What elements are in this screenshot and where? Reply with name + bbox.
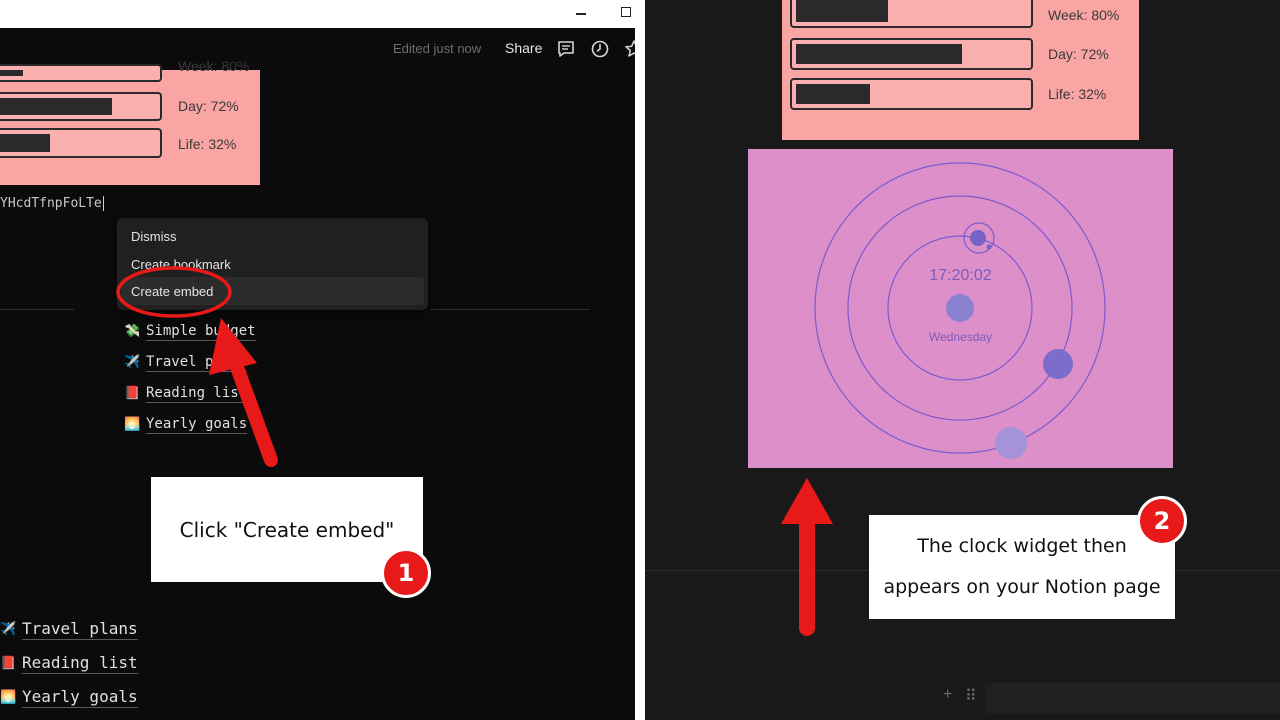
page-link-yearly-goals[interactable]: 🌅 Yearly goals [0,687,138,708]
pasted-url-value: YHcdTfnpFoLTe [0,196,102,211]
day-progress-fill [796,44,962,64]
clock-orbits [814,162,1106,459]
day-progress-label: Day: 72% [1048,46,1109,62]
step-badge: 1 [381,548,431,598]
clock-widget-embed: 17:20:02 Wednesday [748,149,1173,468]
page-link-label: Reading list [146,385,248,403]
book-icon: 📕 [124,386,141,401]
page-link-label: Yearly goals [22,687,138,708]
divider-left [0,309,74,310]
day-progress-bar [0,92,162,121]
life-progress-label: Life: 32% [1048,86,1107,102]
week-progress-fill [796,0,888,22]
airplane-icon: ✈️ [0,621,17,637]
page-link-yearly-goals[interactable]: 🌅 Yearly goals [124,416,248,434]
life-progress-fill [0,134,50,152]
clock-center-dot [946,294,974,322]
airplane-icon: ✈️ [124,355,141,370]
week-progress-label: Week: 80% [1048,7,1120,23]
comment-icon[interactable] [556,39,576,59]
progress-widget-result: Week: 80% Day: 72% Life: 32% [782,0,1139,140]
page-link-reading-list[interactable]: 📕 Reading list [124,385,248,403]
page-link-label: Travel plans [146,354,248,372]
hour-hand-dot [995,427,1027,459]
second-hand-tick [986,244,992,250]
page-link-label: Reading list [22,653,138,674]
add-block-icon[interactable]: + [943,686,952,704]
clock-history-icon[interactable] [590,39,610,59]
day-progress-bar [790,38,1033,70]
result-text-line-1: The clock widget then [917,535,1127,557]
result-callout: The clock widget then appears on your No… [869,515,1175,619]
window-titlebar [0,0,635,28]
clock-time: 17:20:02 [929,267,992,284]
page-link-reading-list[interactable]: 📕 Reading list [0,653,138,674]
minimize-icon[interactable] [576,13,586,15]
hovered-row-highlight [985,683,1280,713]
drag-handle-icon[interactable]: ⠿ [965,686,977,706]
week-progress-bar [790,0,1033,28]
create-embed-option[interactable]: Create embed [131,284,213,299]
sunrise-icon: 🌅 [0,689,17,705]
page-link-label: Travel plans [22,619,138,640]
page-link-label: Yearly goals [146,416,248,434]
progress-widget: Week: 80% Day: 72% Life: 32% [0,58,260,185]
result-text-line-2: appears on your Notion page [883,576,1161,598]
life-progress-label: Life: 32% [178,136,237,152]
share-button[interactable]: Share [505,40,542,56]
page-link-label: Simple budget [146,323,256,341]
page-link-simple-budget[interactable]: 💸 Simple budget [124,323,256,341]
left-step-screenshot: Edited just now Share Week: 80% Day: 72%… [0,0,635,720]
divider-right [430,309,590,310]
week-progress-label: Week: 80% [178,58,250,74]
dismiss-option[interactable]: Dismiss [131,229,177,244]
paste-options-menu: Dismiss Create bookmark Create embed [117,218,428,310]
second-hand-dot [970,230,986,246]
book-icon: 📕 [0,655,17,671]
text-caret [102,196,104,211]
arrow-shaft [231,363,278,467]
page-link-travel-plans[interactable]: ✈️ Travel plans [0,619,138,640]
week-progress-fill [0,70,23,76]
minute-hand-dot [1043,349,1073,379]
money-icon: 💸 [124,324,141,339]
pasted-url-text[interactable]: YHcdTfnpFoLTe [0,196,104,211]
star-icon[interactable] [624,39,635,59]
week-progress-bar [0,64,162,82]
day-progress-fill [0,98,112,115]
page-link-travel-plans[interactable]: ✈️ Travel plans [124,354,248,372]
create-bookmark-option[interactable]: Create bookmark [131,257,231,272]
step-badge: 2 [1137,496,1187,546]
life-progress-fill [796,84,870,104]
life-progress-bar [790,78,1033,110]
sunrise-icon: 🌅 [124,417,141,432]
instruction-text: Click "Create embed" [179,517,395,542]
life-progress-bar [0,128,162,158]
maximize-icon[interactable] [621,7,631,17]
day-progress-label: Day: 72% [178,98,239,114]
clock-day: Wednesday [928,330,993,344]
edited-status: Edited just now [393,41,482,56]
